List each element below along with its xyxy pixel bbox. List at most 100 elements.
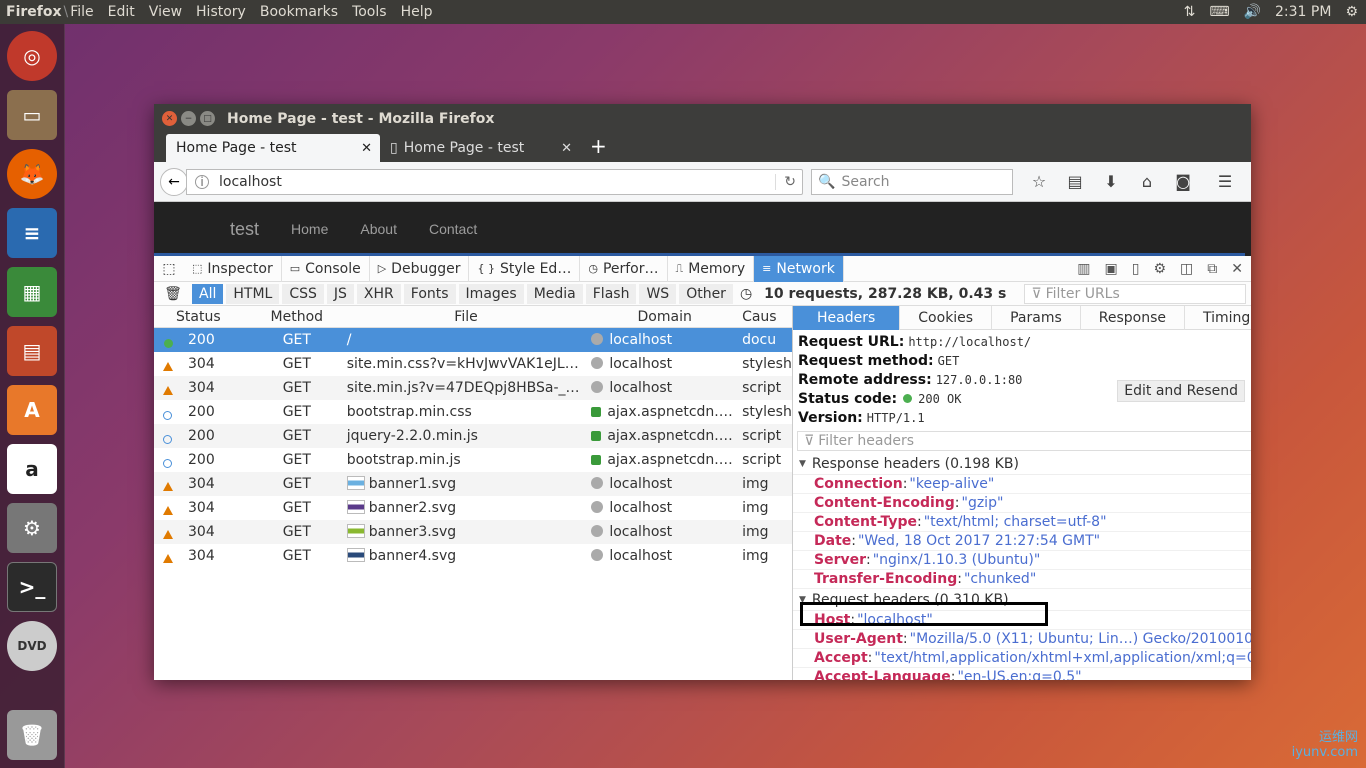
table-row[interactable]: 200 GET / localhost docu — [154, 328, 792, 352]
header-row[interactable]: Date: "Wed, 18 Oct 2017 21:27:54 GMT" — [793, 532, 1251, 551]
gear-icon[interactable]: ⚙ — [1153, 261, 1166, 277]
close-icon[interactable]: ✕ — [561, 141, 572, 156]
hamburger-menu-icon[interactable]: ☰ — [1207, 172, 1243, 191]
menu-item-help[interactable]: Help — [401, 4, 433, 20]
home-icon[interactable]: ⌂ — [1129, 172, 1165, 191]
header-row[interactable]: Transfer-Encoding: "chunked" — [793, 570, 1251, 589]
menu-item-bookmarks[interactable]: Bookmarks — [260, 4, 338, 20]
impress-icon[interactable]: ▤ — [7, 326, 57, 376]
header-row[interactable]: User-Agent: "Mozilla/5.0 (X11; Ubuntu; Li… — [793, 630, 1251, 649]
keyboard-icon[interactable]: ⌨ — [1209, 4, 1229, 20]
clock[interactable]: 2:31 PM — [1275, 4, 1331, 20]
filter-images[interactable]: Images — [458, 283, 524, 304]
filter-xhr[interactable]: XHR — [356, 283, 401, 304]
tab-home-page-1[interactable]: Home Page - test ✕ — [166, 134, 380, 162]
close-icon[interactable]: ✕ — [1231, 261, 1243, 277]
table-row[interactable]: 304 GET site.min.css?v=kHvJwvVAK1eJL… local… — [154, 352, 792, 376]
filter-ws[interactable]: WS — [639, 283, 677, 304]
menu-item-history[interactable]: History — [196, 4, 246, 20]
reload-icon[interactable]: ↻ — [775, 173, 796, 190]
filter-media[interactable]: Media — [526, 283, 583, 304]
filter-js[interactable]: JS — [326, 283, 354, 304]
trash-icon[interactable]: 🗑 — [7, 710, 57, 760]
details-tab-headers[interactable]: Headers — [793, 306, 901, 330]
header-row[interactable]: Accept: "text/html,application/xhtml+xml,… — [793, 649, 1251, 668]
writer-icon[interactable]: ≡ — [7, 208, 57, 258]
details-tab-params[interactable]: Params — [992, 306, 1081, 330]
nav-link-about[interactable]: About — [360, 221, 397, 237]
software-center-icon[interactable]: A — [7, 385, 57, 435]
menu-item-file[interactable]: File — [70, 4, 93, 20]
devtools-tab-0[interactable]: ⬚ Inspector — [184, 255, 282, 282]
search-input[interactable]: 🔍 Search — [811, 168, 1013, 195]
details-tab-timings[interactable]: Timings — [1185, 306, 1251, 330]
devtools-tab-6[interactable]: ≡ Network — [754, 255, 844, 282]
layout-icon[interactable]: ▥ — [1077, 261, 1090, 277]
menu-item-view[interactable]: View — [149, 4, 182, 20]
back-button[interactable]: ← — [160, 167, 188, 196]
header-row[interactable]: Host: "localhost" — [793, 611, 1251, 630]
close-icon[interactable]: ✕ — [361, 141, 372, 156]
nav-link-home[interactable]: Home — [291, 221, 328, 237]
volume-icon[interactable]: 🔊 — [1244, 4, 1261, 20]
column-cause[interactable]: Caus — [738, 309, 792, 325]
response-headers-group[interactable]: ▼ Response headers (0.198 KB) — [793, 453, 1251, 475]
column-domain[interactable]: Domain — [585, 309, 738, 325]
pocket-icon[interactable]: ◙ — [1165, 172, 1201, 191]
table-row[interactable]: 304 GET banner3.svg localhost img — [154, 520, 792, 544]
terminal-icon[interactable]: >_ — [7, 562, 57, 612]
library-icon[interactable]: ▤ — [1057, 172, 1093, 191]
maximize-icon[interactable]: □ — [200, 111, 215, 126]
devtools-tab-3[interactable]: { } Style Ed… — [469, 255, 581, 282]
split-console-icon[interactable]: ▣ — [1105, 261, 1118, 277]
table-row[interactable]: 200 GET jquery-2.2.0.min.js ajax.aspnetcdn.… — [154, 424, 792, 448]
request-headers-group[interactable]: ▼ Request headers (0.310 KB) — [793, 589, 1251, 611]
dvd-icon[interactable]: DVD — [7, 621, 57, 671]
amazon-icon[interactable]: a — [7, 444, 57, 494]
column-file[interactable]: File — [345, 309, 586, 325]
details-tab-cookies[interactable]: Cookies — [900, 306, 993, 330]
menu-item-tools[interactable]: Tools — [352, 4, 387, 20]
calc-icon[interactable]: ▦ — [7, 267, 57, 317]
devtools-tab-4[interactable]: ◷ Perfor… — [580, 255, 668, 282]
new-tab-button[interactable]: + — [590, 134, 607, 158]
close-icon[interactable]: ✕ — [162, 111, 177, 126]
table-row[interactable]: 304 GET banner1.svg localhost img — [154, 472, 792, 496]
settings-icon[interactable]: ⚙ — [7, 503, 57, 553]
filter-fonts[interactable]: Fonts — [403, 283, 456, 304]
tab-home-page-2[interactable]: ▯ Home Page - test ✕ — [380, 134, 580, 162]
details-tab-response[interactable]: Response — [1081, 306, 1186, 330]
table-row[interactable]: 200 GET bootstrap.min.js ajax.aspnetcdn.… sc… — [154, 448, 792, 472]
files-icon[interactable]: ▭ — [7, 90, 57, 140]
filter-urls-input[interactable]: ⊽ Filter URLs — [1024, 283, 1247, 304]
menu-item-edit[interactable]: Edit — [108, 4, 135, 20]
table-row[interactable]: 304 GET banner2.svg localhost img — [154, 496, 792, 520]
dock-side-icon[interactable]: ◫ — [1180, 261, 1193, 277]
responsive-icon[interactable]: ▯ — [1132, 261, 1140, 277]
undock-icon[interactable]: ⧉ — [1207, 261, 1217, 277]
header-row[interactable]: Server: "nginx/1.10.3 (Ubuntu)" — [793, 551, 1251, 570]
bookmark-star-icon[interactable]: ☆ — [1021, 172, 1057, 191]
minimize-icon[interactable]: − — [181, 111, 196, 126]
table-row[interactable]: 304 GET banner4.svg localhost img — [154, 544, 792, 568]
column-status[interactable]: Status — [154, 309, 249, 325]
url-bar[interactable]: i localhost ↻ — [186, 168, 803, 195]
download-icon[interactable]: ⬇ — [1093, 172, 1129, 191]
ubuntu-dash-icon[interactable]: ◎ — [7, 31, 57, 81]
trash-icon[interactable]: 🗑 — [154, 286, 192, 302]
filter-headers-input[interactable]: ⊽ Filter headers — [797, 431, 1251, 451]
devtools-tab-2[interactable]: ▷ Debugger — [370, 255, 470, 282]
network-icon[interactable]: ⇅ — [1184, 4, 1196, 20]
performance-icon[interactable]: ◷ — [740, 286, 752, 302]
header-row[interactable]: Content-Type: "text/html; charset=utf-8" — [793, 513, 1251, 532]
filter-flash[interactable]: Flash — [585, 283, 637, 304]
column-method[interactable]: Method — [249, 309, 345, 325]
nav-link-contact[interactable]: Contact — [429, 221, 477, 237]
filter-html[interactable]: HTML — [226, 283, 280, 304]
element-picker-icon[interactable]: ⬚ — [154, 261, 184, 277]
devtools-tab-5[interactable]: ⎍ Memory — [668, 255, 755, 282]
header-row[interactable]: Connection: "keep-alive" — [793, 475, 1251, 494]
gear-icon[interactable]: ⚙ — [1345, 4, 1358, 20]
filter-css[interactable]: CSS — [282, 283, 324, 304]
devtools-tab-1[interactable]: ▭ Console — [282, 255, 370, 282]
